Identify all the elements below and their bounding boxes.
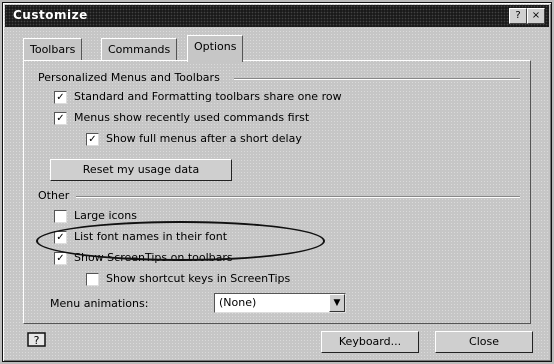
recent-commands-checkbox[interactable]: ✓ [54,112,67,125]
large-icons-label: Large icons [74,209,137,222]
reset-usage-data-button[interactable]: Reset my usage data [50,159,232,181]
font-names-checkbox[interactable]: ✓ [54,231,67,244]
shortcut-keys-checkbox[interactable] [86,273,99,286]
divider [76,196,520,198]
help-button[interactable]: ? [509,8,527,24]
large-icons-checkbox[interactable] [54,210,67,223]
recent-commands-label: Menus show recently used commands first [74,111,310,124]
screentips-label: Show ScreenTips on toolbars [74,251,233,264]
keyboard-button[interactable]: Keyboard... [321,331,419,353]
svg-text:?: ? [34,334,40,347]
menu-animations-select[interactable]: (None) ▼ [214,293,346,313]
tab-commands[interactable]: Commands [101,38,178,61]
customize-dialog: Customize ? × Toolbars Commands Options … [2,2,552,362]
chevron-down-icon[interactable]: ▼ [329,294,345,312]
standard-formatting-checkbox[interactable]: ✓ [54,91,67,104]
full-menus-delay-label: Show full menus after a short delay [106,132,302,145]
personalized-heading: Personalized Menus and Toolbars [38,71,220,84]
screentips-checkbox[interactable]: ✓ [54,252,67,265]
tab-toolbars[interactable]: Toolbars [23,38,83,61]
standard-formatting-label: Standard and Formatting toolbars share o… [74,90,342,103]
help-icon[interactable]: ? [27,331,47,349]
close-icon[interactable]: × [527,8,545,24]
menu-animations-value: (None) [219,296,257,309]
window-title: Customize [13,8,88,22]
shortcut-keys-label: Show shortcut keys in ScreenTips [106,272,291,285]
tab-options[interactable]: Options [187,35,244,62]
title-bar[interactable]: Customize ? × [5,5,549,27]
menu-animations-label: Menu animations: [50,297,149,310]
divider [234,78,520,80]
full-menus-delay-checkbox[interactable]: ✓ [86,133,99,146]
font-names-label: List font names in their font [74,230,228,243]
options-panel: Personalized Menus and Toolbars ✓ Standa… [23,60,531,324]
other-heading: Other [38,189,70,202]
close-button[interactable]: Close [435,331,533,353]
